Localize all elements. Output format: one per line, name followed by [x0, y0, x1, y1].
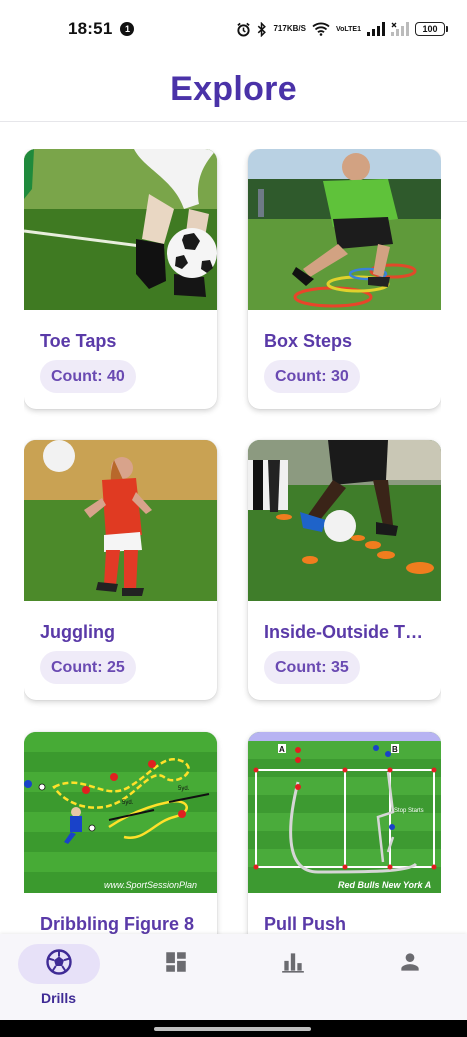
- wifi-icon: [312, 22, 330, 36]
- status-bar: 18:51 1 717 KB/S Vo LTE1 100: [0, 0, 467, 58]
- bar-chart-icon: [280, 949, 306, 980]
- count-badge: Count: 40: [40, 360, 136, 393]
- toe-taps-photo: [24, 149, 217, 310]
- figure8-watermark: www.SportSessionPlan: [104, 880, 197, 890]
- nav-item-stats[interactable]: [234, 934, 351, 1020]
- status-time: 18:51: [68, 19, 113, 38]
- app-header: Explore: [0, 58, 467, 122]
- pullpush-watermark: Red Bulls New York A: [338, 880, 431, 890]
- inside-outside-photo: [248, 440, 441, 601]
- nav-pill[interactable]: [369, 944, 451, 984]
- drill-card-box-steps[interactable]: Box Steps Count: 30: [248, 149, 441, 409]
- person-icon: [397, 949, 423, 980]
- dribbling-figure-8-diagram: 5yd. 5yd. www.SportSessionPlan: [24, 732, 217, 893]
- figure8-marker-1: 5yd.: [122, 800, 134, 806]
- battery-indicator: 100: [415, 22, 448, 36]
- volte-indicator: Vo LTE1: [336, 26, 361, 33]
- count-text: Count: 35: [275, 658, 349, 676]
- network-speed: 717 KB/S: [273, 25, 305, 33]
- count-badge: Count: 25: [40, 651, 136, 684]
- pullpush-note: Stop Starts: [394, 808, 424, 814]
- pullpush-corner-b: B: [392, 745, 398, 754]
- volte-bottom: LTE1: [344, 25, 361, 33]
- notification-badge: 1: [120, 22, 135, 36]
- drill-card-dribbling-figure-8[interactable]: 5yd. 5yd. www.SportSessionPlan Dribbling…: [24, 732, 217, 934]
- drill-card-toe-taps[interactable]: Toe Taps Count: 40: [24, 149, 217, 409]
- dashboard-icon: [163, 949, 189, 980]
- network-speed-unit: KB/S: [286, 24, 306, 33]
- bluetooth-icon: [257, 21, 267, 37]
- nav-pill[interactable]: [252, 944, 334, 984]
- count-badge: Count: 30: [264, 360, 360, 393]
- pull-push-diagram: A B Stop Starts Red Bulls New York A: [248, 732, 441, 893]
- system-gesture-bar: [0, 1020, 467, 1037]
- drill-title: Box Steps: [264, 331, 353, 351]
- box-steps-photo: [248, 149, 441, 310]
- drill-title: Toe Taps: [40, 331, 117, 351]
- soccer-ball-icon: [45, 948, 73, 981]
- drill-grid[interactable]: Toe Taps Count: 40 Box Steps Count: 30 J…: [24, 149, 441, 934]
- count-text: Count: 30: [275, 367, 349, 385]
- bottom-navigation: Drills: [0, 934, 467, 1020]
- nav-active-indicator[interactable]: [17, 944, 100, 984]
- nav-item-drills[interactable]: Drills: [0, 934, 117, 1020]
- page-title: Explore: [170, 70, 297, 108]
- count-badge: Count: 35: [264, 651, 360, 684]
- pullpush-corner-a: A: [279, 745, 285, 754]
- volte-top: Vo: [335, 25, 345, 33]
- count-text: Count: 40: [51, 367, 125, 385]
- drill-card-pull-push[interactable]: A B Stop Starts Red Bulls New York A Pul…: [248, 732, 441, 934]
- figure8-marker-2: 5yd.: [178, 786, 190, 792]
- drill-title: Pull Push: [264, 914, 347, 934]
- drill-title: Inside-Outside T…: [264, 622, 424, 642]
- signal-icon: [367, 22, 385, 36]
- home-gesture-handle[interactable]: [154, 1027, 311, 1031]
- alarm-icon: [236, 22, 251, 37]
- nav-item-dashboard[interactable]: [117, 934, 234, 1020]
- nav-pill[interactable]: [135, 944, 217, 984]
- status-icons: 717 KB/S Vo LTE1 100: [236, 21, 448, 37]
- drill-title: Dribbling Figure 8: [40, 914, 195, 934]
- nav-label-drills: Drills: [40, 990, 76, 1006]
- count-text: Count: 25: [51, 658, 125, 676]
- drill-title: Juggling: [40, 622, 115, 642]
- drill-card-inside-outside[interactable]: Inside-Outside T… Count: 35: [248, 440, 441, 700]
- network-speed-value: 717: [273, 24, 287, 33]
- signal-2-icon: [391, 22, 409, 36]
- drill-card-juggling[interactable]: Juggling Count: 25: [24, 440, 217, 700]
- nav-item-profile[interactable]: [351, 934, 467, 1020]
- juggling-photo: [24, 440, 217, 601]
